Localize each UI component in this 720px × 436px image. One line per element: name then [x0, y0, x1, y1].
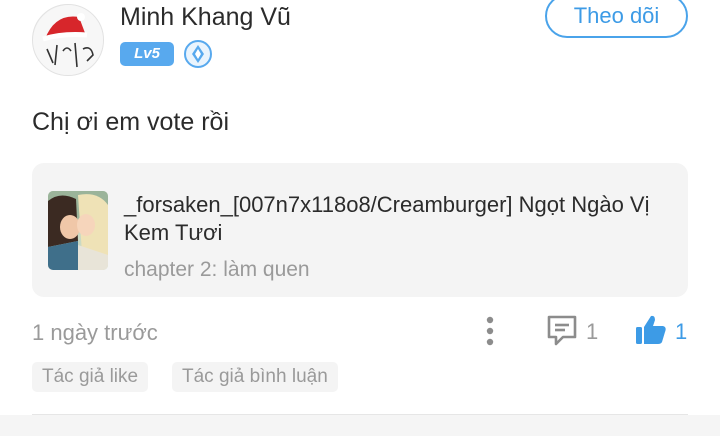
- username[interactable]: Minh Khang Vũ: [120, 2, 291, 32]
- story-title: _forsaken_[007n7x118o8/Creamburger] Ngọt…: [124, 192, 650, 245]
- chapter-label: chapter 2: làm quen: [124, 258, 310, 281]
- comment-text: Chị ơi em vote rồi: [32, 108, 230, 136]
- more-vertical-icon[interactable]: [478, 316, 502, 346]
- tag-author-comment[interactable]: Tác giả bình luận: [172, 362, 338, 392]
- thumbs-up-icon: [636, 315, 666, 344]
- rank-diamond-icon: [184, 40, 212, 68]
- like-count: 1: [675, 319, 688, 344]
- next-item-edge: [0, 415, 720, 436]
- like-button[interactable]: 1: [634, 313, 690, 349]
- story-cover-image: [48, 191, 108, 270]
- tag-author-like[interactable]: Tác giả like: [32, 362, 149, 392]
- story-card[interactable]: _forsaken_[007n7x118o8/Creamburger] Ngọt…: [32, 163, 688, 297]
- comment-icon: [547, 315, 577, 346]
- follow-button[interactable]: Theo dõi: [545, 0, 688, 38]
- level-badge: Lv5: [120, 42, 174, 66]
- comment-timestamp: 1 ngày trước: [32, 320, 158, 345]
- reply-button[interactable]: 1: [545, 313, 605, 349]
- reply-count: 1: [586, 319, 599, 344]
- user-avatar[interactable]: [32, 4, 104, 76]
